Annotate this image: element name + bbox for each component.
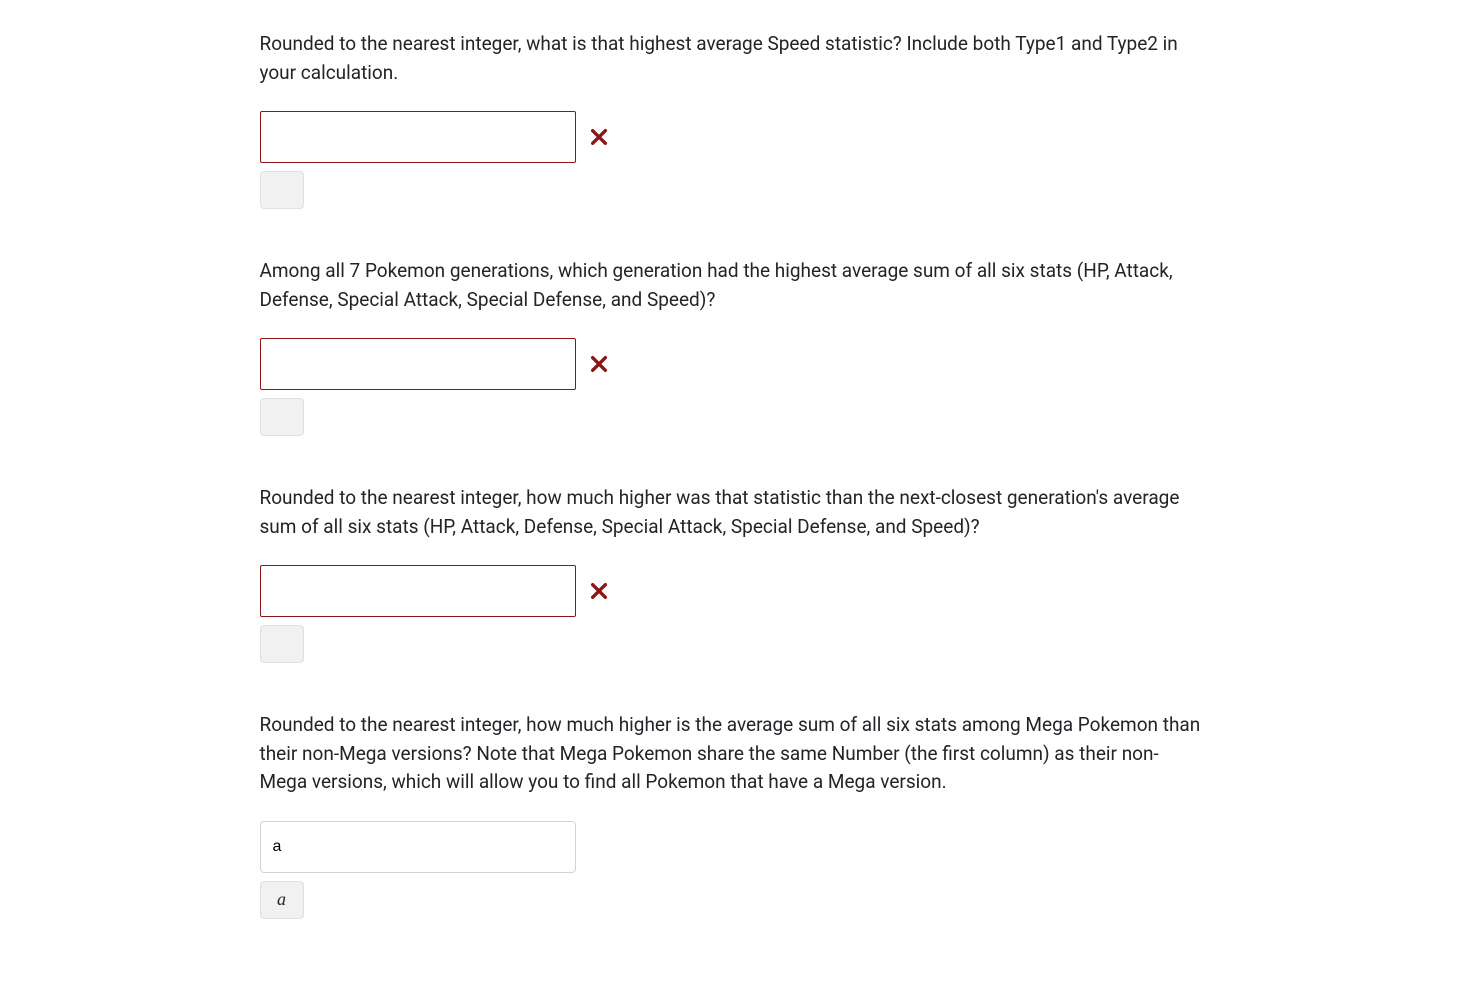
question-block: Rounded to the nearest integer, how much…: [260, 484, 1205, 663]
wrong-icon: [590, 128, 608, 146]
answer-preview: [260, 398, 304, 436]
answer-input[interactable]: [260, 338, 576, 390]
answer-input[interactable]: [260, 821, 576, 873]
answer-row: [260, 111, 1205, 163]
answer-input[interactable]: [260, 111, 576, 163]
question-text: Rounded to the nearest integer, how much…: [260, 484, 1205, 541]
question-text: Rounded to the nearest integer, how much…: [260, 711, 1205, 797]
answer-row: [260, 338, 1205, 390]
answer-preview: a: [260, 881, 304, 919]
answer-preview: [260, 625, 304, 663]
answer-row: [260, 565, 1205, 617]
question-text: Rounded to the nearest integer, what is …: [260, 30, 1205, 87]
answer-input[interactable]: [260, 565, 576, 617]
question-text: Among all 7 Pokemon generations, which g…: [260, 257, 1205, 314]
answer-row: [260, 821, 1205, 873]
question-block: Rounded to the nearest integer, what is …: [260, 30, 1205, 209]
answer-preview: [260, 171, 304, 209]
question-block: Rounded to the nearest integer, how much…: [260, 711, 1205, 919]
wrong-icon: [590, 582, 608, 600]
wrong-icon: [590, 355, 608, 373]
quiz-container: Rounded to the nearest integer, what is …: [240, 30, 1225, 919]
question-block: Among all 7 Pokemon generations, which g…: [260, 257, 1205, 436]
